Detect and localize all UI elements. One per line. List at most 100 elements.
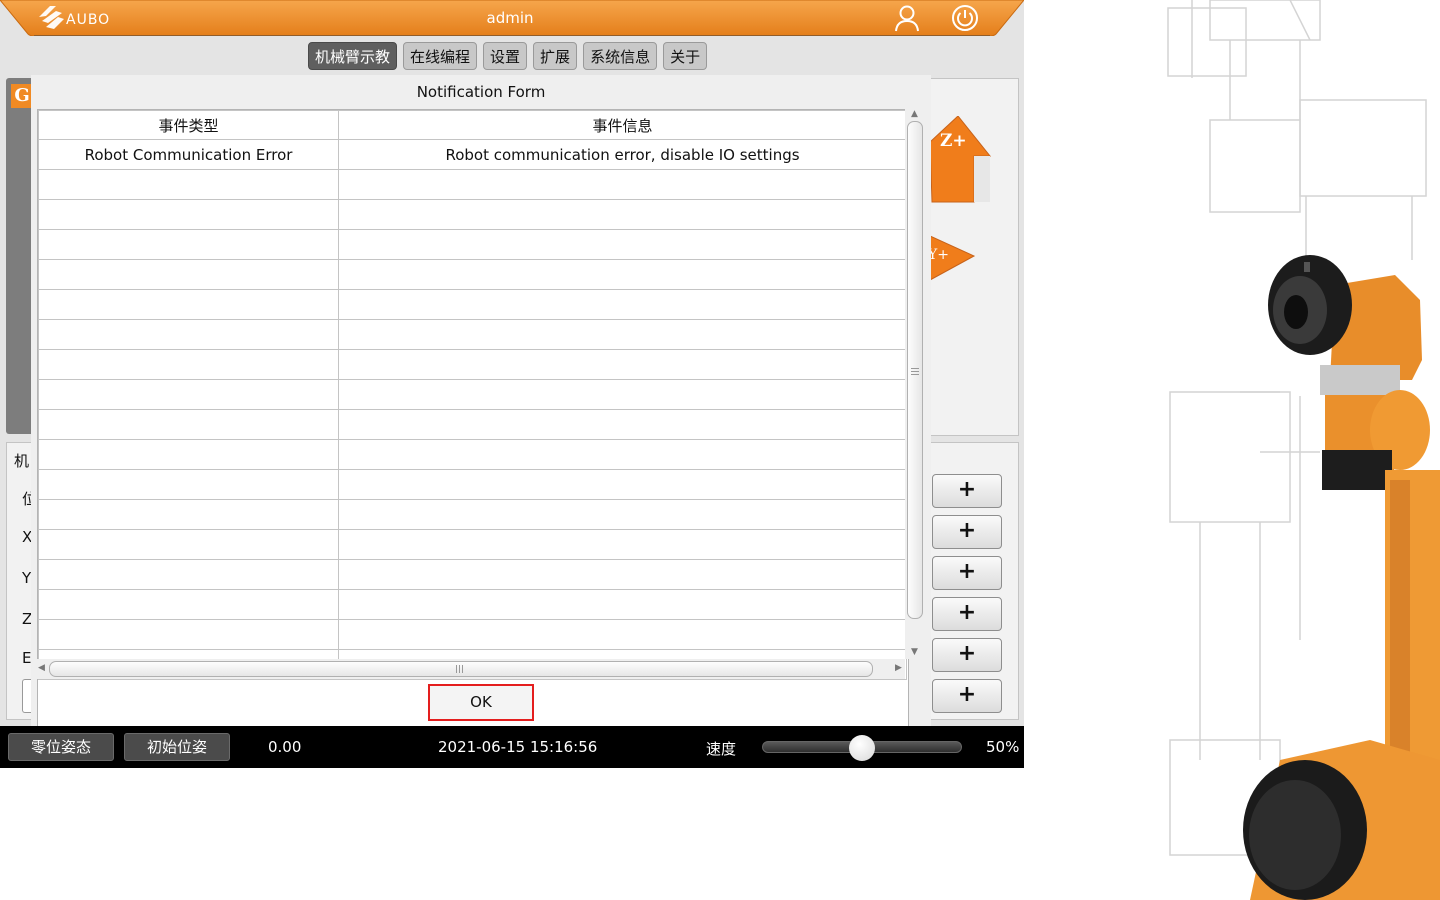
tab-teach[interactable]: 机械臂示教 — [308, 42, 398, 70]
cell-event-info — [338, 349, 907, 380]
table-row[interactable] — [38, 319, 907, 350]
notification-table: 事件类型 事件信息 Robot Communication Error Robot… — [38, 110, 907, 680]
increment-button-1[interactable]: + — [932, 474, 1002, 508]
cell-event-type — [38, 229, 339, 260]
cell-event-type — [38, 259, 339, 290]
initial-pose-button[interactable]: 初始位姿 — [124, 733, 230, 761]
username-label: admin — [486, 9, 534, 27]
dialog-title: Notification Form — [416, 83, 546, 101]
scroll-up-icon[interactable]: ▲ — [911, 109, 918, 119]
tab-settings[interactable]: 设置 — [483, 42, 528, 70]
tab-online-programming[interactable]: 在线编程 — [403, 42, 478, 70]
cell-event-info — [338, 439, 907, 470]
cell-event-info — [338, 529, 907, 560]
table-row[interactable] — [38, 229, 907, 260]
power-icon[interactable] — [950, 3, 980, 33]
table-row[interactable] — [38, 499, 907, 530]
cell-event-info — [338, 169, 907, 200]
cell-event-type — [38, 199, 339, 230]
cell-event-type — [38, 349, 339, 380]
cell-event-type — [38, 169, 339, 200]
status-value: 0.00 — [268, 738, 302, 756]
table-row[interactable]: Robot Communication Error Robot communica… — [38, 139, 907, 170]
cell-event-info — [338, 319, 907, 350]
tab-system-info[interactable]: 系统信息 — [583, 42, 658, 70]
cell-event-type — [38, 499, 339, 530]
horizontal-scrollbar[interactable]: ◀ ▶ — [37, 659, 905, 679]
zero-pose-button[interactable]: 零位姿态 — [8, 733, 114, 761]
cell-event-info — [338, 559, 907, 590]
notification-table-container: 事件类型 事件信息 Robot Communication Error Robot… — [37, 109, 909, 737]
scroll-right-icon[interactable]: ▶ — [895, 663, 902, 673]
horizontal-scroll-thumb[interactable] — [49, 661, 873, 677]
cell-event-type — [38, 469, 339, 500]
cell-event-info — [338, 469, 907, 500]
table-row[interactable] — [38, 469, 907, 500]
table-row[interactable] — [38, 439, 907, 470]
increment-button-x[interactable]: + — [932, 515, 1002, 549]
user-icon[interactable] — [892, 3, 922, 33]
table-row[interactable] — [38, 379, 907, 410]
y-plus-label: Y+ — [930, 247, 949, 263]
datetime-label: 2021-06-15 15:16:56 — [438, 738, 598, 756]
z-plus-label: Z+ — [940, 131, 967, 151]
cell-event-info — [338, 499, 907, 530]
column-header-event-type[interactable]: 事件类型 — [38, 110, 339, 140]
increment-button-y[interactable]: + — [932, 556, 1002, 590]
table-row[interactable] — [38, 619, 907, 650]
cell-event-info: Robot communication error, disable IO se… — [338, 139, 907, 170]
robot-control-window: AUBO admin 机械臂示教 在线编程 设置 扩展 系统信息 关于 G 机 … — [0, 0, 1024, 768]
ok-button[interactable]: OK — [428, 684, 534, 721]
status-bar: 零位姿态 初始位姿 0.00 2021-06-15 15:16:56 速度 50… — [0, 726, 1024, 768]
speed-label: 速度 — [706, 740, 737, 758]
cell-event-info — [338, 289, 907, 320]
table-row[interactable] — [38, 529, 907, 560]
cell-event-type — [38, 529, 339, 560]
cell-event-info — [338, 589, 907, 620]
cell-event-info — [338, 229, 907, 260]
speed-slider-handle[interactable] — [849, 735, 875, 761]
robot-arm-image — [1167, 0, 1440, 900]
increment-button-z[interactable]: + — [932, 597, 1002, 631]
cell-event-type — [38, 319, 339, 350]
table-row[interactable] — [38, 199, 907, 230]
main-tabs: 机械臂示教 在线编程 设置 扩展 系统信息 关于 — [308, 42, 708, 70]
cell-event-info — [338, 259, 907, 290]
scroll-left-icon[interactable]: ◀ — [38, 663, 45, 673]
speed-percent: 50% — [986, 738, 1020, 756]
column-header-event-info[interactable]: 事件信息 — [338, 110, 907, 140]
cell-event-type: Robot Communication Error — [38, 139, 339, 170]
cell-event-info — [338, 619, 907, 650]
cell-event-info — [338, 199, 907, 230]
table-row[interactable] — [38, 409, 907, 440]
increment-button-6[interactable]: + — [932, 679, 1002, 713]
table-row[interactable] — [38, 559, 907, 590]
scroll-down-icon[interactable]: ▼ — [911, 647, 918, 657]
table-row[interactable] — [38, 169, 907, 200]
y-plus-arrow-icon[interactable]: Y+ — [930, 232, 978, 284]
cell-event-type — [38, 289, 339, 320]
table-row[interactable] — [38, 259, 907, 290]
left-panel-badge: G — [11, 84, 33, 108]
cell-event-type — [38, 379, 339, 410]
left-label-y: Y — [22, 569, 32, 587]
notification-dialog: Notification Form 事件类型 事件信息 Robot Commun… — [31, 75, 931, 737]
cell-event-type — [38, 439, 339, 470]
vertical-scrollbar[interactable]: ▲ ▼ — [905, 109, 925, 659]
cell-event-type — [38, 559, 339, 590]
table-row[interactable] — [38, 589, 907, 620]
increment-button-e[interactable]: + — [932, 638, 1002, 672]
cell-event-info — [338, 409, 907, 440]
table-row[interactable] — [38, 289, 907, 320]
z-plus-arrow-icon[interactable]: Z+ — [930, 116, 992, 206]
cell-event-type — [38, 589, 339, 620]
vertical-scroll-thumb[interactable] — [907, 121, 923, 619]
cell-event-type — [38, 619, 339, 650]
table-body: Robot Communication Error Robot communica… — [38, 139, 907, 680]
table-row[interactable] — [38, 349, 907, 380]
table-header-row: 事件类型 事件信息 — [38, 110, 907, 140]
title-bar: AUBO admin — [0, 0, 1024, 36]
cell-event-info — [338, 379, 907, 410]
tab-about[interactable]: 关于 — [663, 42, 708, 70]
tab-extensions[interactable]: 扩展 — [533, 42, 578, 70]
